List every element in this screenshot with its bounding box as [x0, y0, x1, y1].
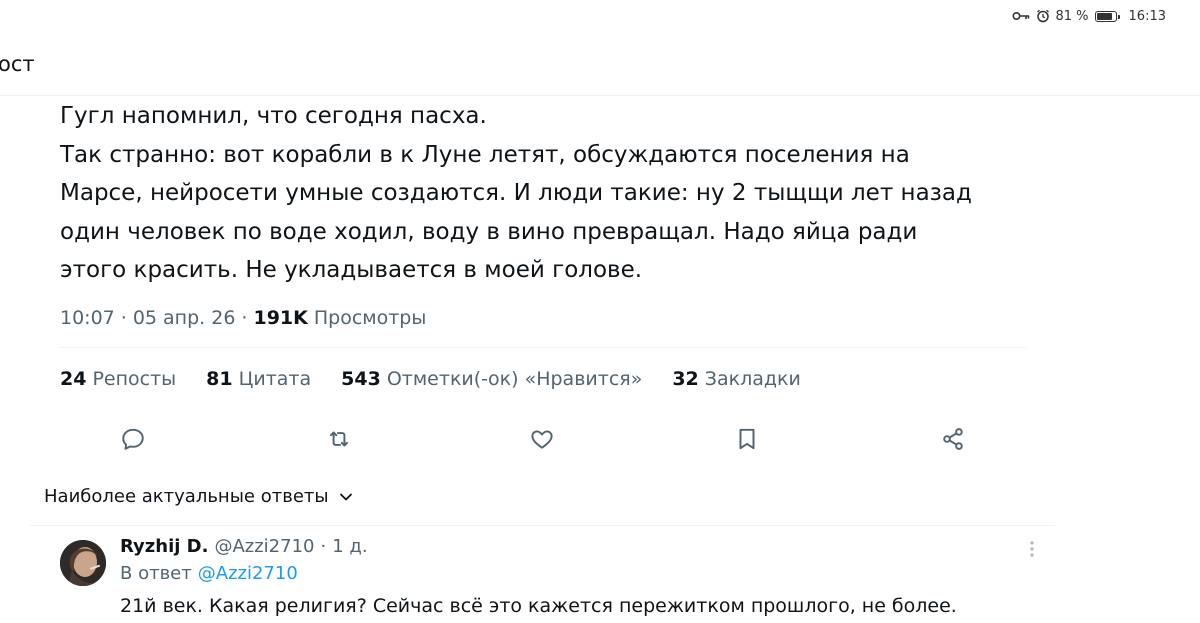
header-divider	[0, 95, 1200, 96]
tweet-text-line: Так странно: вот корабли в к Луне летят,…	[60, 141, 910, 168]
more-vertical-icon	[1029, 540, 1035, 562]
retweet-icon	[326, 426, 352, 456]
likes-count: 543	[341, 368, 381, 390]
quotes-label: Цитата	[238, 368, 312, 390]
reply-more-button[interactable]	[1022, 540, 1042, 562]
reply-author-handle[interactable]: @Azzi2710	[214, 536, 314, 557]
like-button[interactable]	[527, 426, 557, 456]
reply-text: 21й век. Какая религия? Сейчас всё это к…	[120, 595, 957, 617]
reply-separator: ·	[320, 536, 327, 557]
tweet-meta: 10:07 · 05 апр. 26 · 191K Просмотры	[60, 307, 426, 329]
reply-author-name[interactable]: Ryzhij D.	[120, 536, 208, 557]
key-icon	[1011, 10, 1030, 22]
retweet-button[interactable]	[324, 426, 354, 456]
likes-label: Отметки(-ок) «Нравится»	[386, 368, 643, 390]
replies-sort-dropdown[interactable]: Наиболее актуальные ответы	[44, 486, 353, 507]
quotes-stat[interactable]: 81 Цитата	[206, 368, 311, 390]
bookmarks-label: Закладки	[704, 368, 801, 390]
share-icon	[940, 426, 966, 456]
reposts-stat[interactable]: 24 Репосты	[60, 368, 176, 390]
battery-percent: 81 %	[1055, 8, 1089, 24]
tweet-stats: 24 Репосты 81 Цитата 543 Отметки(-ок) «Н…	[60, 368, 801, 390]
status-time: 16:13	[1128, 8, 1166, 24]
tweet-text-line: Марсе, нейросети умные создаются. И люди…	[60, 180, 972, 206]
reposts-label: Репосты	[92, 368, 177, 390]
share-button[interactable]	[938, 426, 968, 456]
reply-to-line: В ответ @Azzi2710	[120, 563, 298, 584]
reply-to-label: В ответ	[120, 563, 192, 584]
page-title: ост	[0, 52, 35, 76]
reply-header: Ryzhij D. @Azzi2710 · 1 д.	[120, 536, 368, 557]
avatar[interactable]	[60, 540, 106, 586]
tweet-time[interactable]: 10:07	[60, 307, 115, 329]
bookmark-icon	[734, 426, 760, 456]
reply-item[interactable]: Ryzhij D. @Azzi2710 · 1 д. В ответ @Azzi…	[0, 526, 1200, 623]
bookmark-button[interactable]	[732, 426, 762, 456]
meta-separator: ·	[120, 307, 127, 329]
replies-sort-label: Наиболее актуальные ответы	[44, 486, 329, 507]
battery-icon	[1094, 10, 1120, 22]
reply-button[interactable]	[118, 426, 148, 456]
bookmarks-count: 32	[672, 368, 699, 390]
tweet-text-line: Гугл напомнил, что сегодня пасха.	[60, 103, 487, 129]
tweet-date[interactable]: 05 апр. 26	[133, 307, 236, 329]
divider	[60, 347, 1027, 348]
views-count[interactable]: 191K	[253, 307, 307, 329]
like-icon	[529, 426, 555, 456]
reply-icon	[120, 426, 146, 456]
views-label: Просмотры	[313, 307, 427, 329]
status-bar: 81 % 16:13	[900, 0, 1200, 32]
reposts-count: 24	[60, 368, 87, 390]
meta-separator: ·	[241, 307, 248, 329]
likes-stat[interactable]: 543 Отметки(-ок) «Нравится»	[341, 368, 642, 390]
tweet-text: Гугл напомнил, что сегодня пасха. Так ст…	[60, 97, 1040, 290]
tweet-text-line: этого красить. Не укладывается в моей го…	[60, 257, 643, 283]
reply-age[interactable]: 1 д.	[332, 536, 367, 557]
quotes-count: 81	[206, 368, 233, 390]
reply-to-handle[interactable]: @Azzi2710	[198, 563, 298, 584]
bookmarks-stat[interactable]: 32 Закладки	[672, 368, 801, 390]
tweet-text-line: один человек по воде ходил, воду в вино …	[60, 218, 918, 245]
alarm-icon	[1036, 9, 1050, 23]
tweet-actions	[0, 426, 1200, 456]
chevron-down-icon	[339, 486, 353, 507]
